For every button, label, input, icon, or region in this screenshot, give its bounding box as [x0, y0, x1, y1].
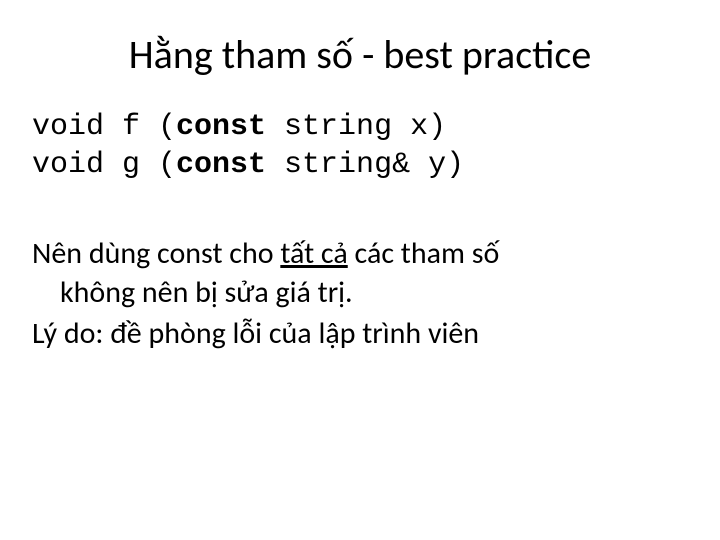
keyword-const: const — [176, 110, 266, 144]
slide: Hằng tham số - best practice void f (con… — [0, 0, 720, 540]
slide-title: Hằng tham số - best practice — [30, 30, 690, 79]
paragraph-1-line-2: không nên bị sửa giá trị. — [60, 273, 690, 312]
body-text: Nên dùng const cho tất cả các tham số kh… — [32, 234, 690, 353]
underline-text: tất cả — [280, 235, 347, 272]
keyword-const: const — [176, 148, 266, 182]
code-line-1: void f (const string x) — [32, 110, 446, 144]
code-block: void f (const string x) void g (const st… — [32, 109, 690, 184]
code-line-2: void g (const string& y) — [32, 148, 464, 182]
paragraph-2: Lý do: đề phòng lỗi của lập trình viên — [32, 314, 690, 353]
paragraph-1-line-1: Nên dùng const cho tất cả các tham số — [32, 234, 690, 273]
